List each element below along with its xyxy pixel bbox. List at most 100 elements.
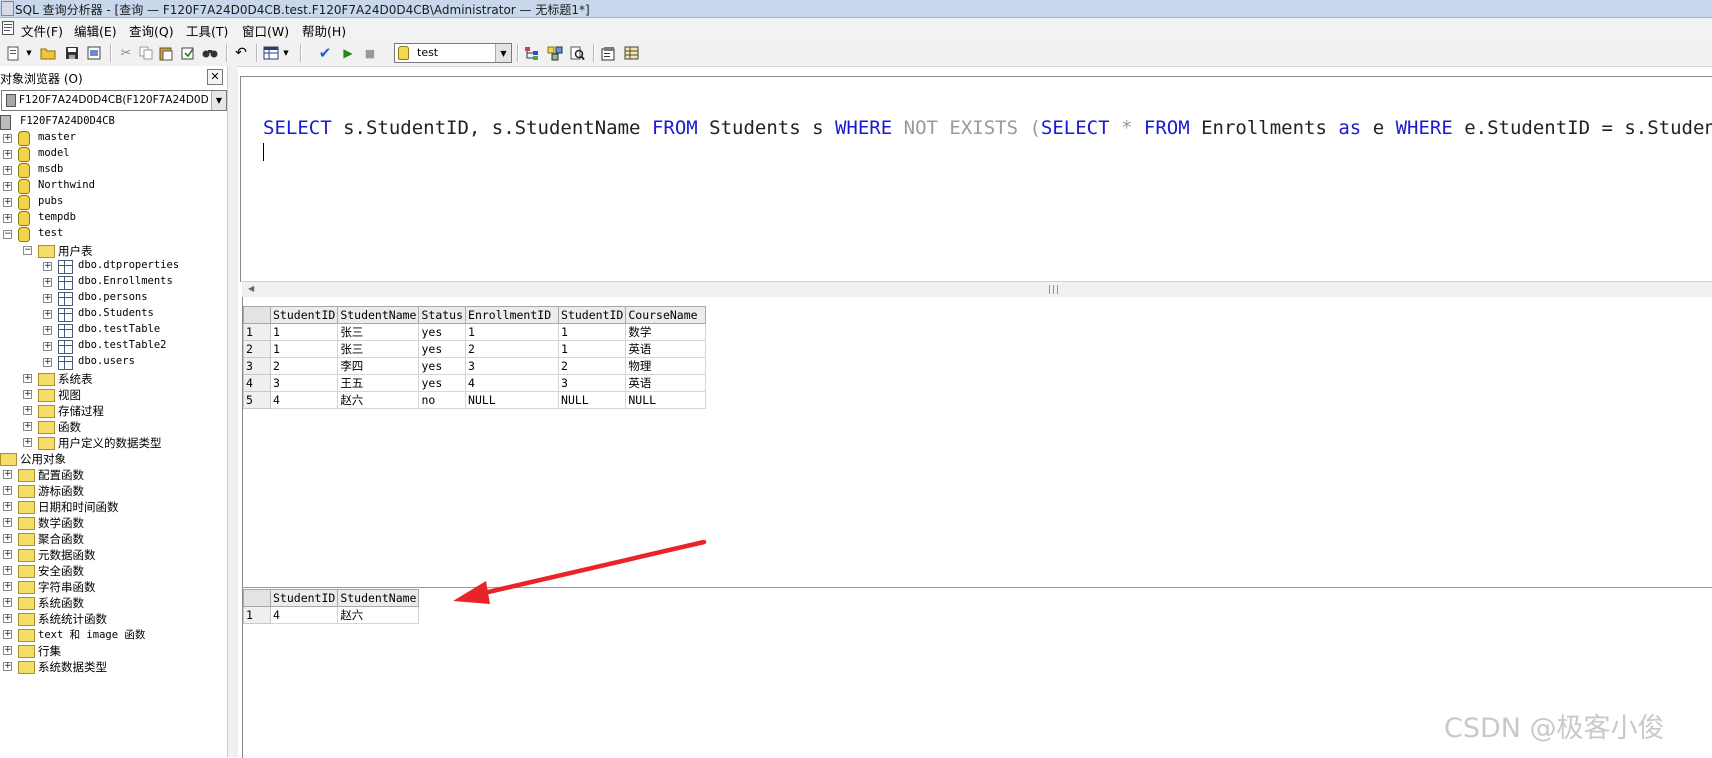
expand-icon[interactable]: + (43, 294, 52, 303)
parse-icon[interactable]: ✔ (317, 44, 333, 62)
expand-icon[interactable]: + (3, 518, 12, 527)
grid-cell[interactable]: 赵六 (337, 391, 420, 409)
grid-cell[interactable]: 1 (269, 340, 339, 358)
grid-cell[interactable]: 李四 (337, 357, 420, 375)
expand-icon[interactable]: + (3, 614, 12, 623)
expand-icon[interactable]: + (3, 566, 12, 575)
grid-cell[interactable]: 2 (269, 357, 339, 375)
grid-cell[interactable]: 英语 (625, 340, 707, 358)
execute-icon[interactable]: ▶ (340, 45, 356, 61)
expand-icon[interactable]: + (3, 470, 12, 479)
grid-cell[interactable]: yes (418, 357, 467, 375)
menu-query[interactable]: 查询(Q) (129, 21, 174, 40)
expand-icon[interactable]: + (3, 182, 12, 191)
expand-icon[interactable]: + (3, 150, 12, 159)
row-number[interactable]: 4 (243, 374, 271, 392)
cut-icon[interactable]: ✂ (118, 45, 134, 61)
grid-cell[interactable]: 物理 (625, 357, 707, 375)
menu-tools[interactable]: 工具(T) (186, 21, 228, 40)
expand-icon[interactable]: + (3, 534, 12, 543)
grid-cell[interactable]: 4 (269, 391, 339, 409)
table-row[interactable]: 1 1 张三 yes 1 1 数学 (243, 323, 707, 341)
grid-cell[interactable]: 2 (558, 357, 627, 375)
object-browser-scrollbar[interactable] (227, 66, 238, 757)
expand-icon[interactable]: + (3, 486, 12, 495)
chevron-down-icon[interactable]: ▼ (24, 45, 34, 61)
chevron-down-icon[interactable]: ▼ (495, 44, 511, 62)
grid-cell[interactable]: 3 (465, 357, 560, 375)
grid-cell[interactable]: 1 (558, 323, 627, 341)
close-icon[interactable]: ✕ (207, 69, 223, 85)
row-number[interactable]: 2 (243, 340, 271, 358)
column-header[interactable]: StudentID (558, 306, 627, 324)
table-row[interactable]: 5 4 赵六 no NULL NULL NULL (243, 391, 707, 409)
grid-icon[interactable] (623, 45, 639, 61)
grid-cell[interactable]: 数学 (625, 323, 707, 341)
grid-cell[interactable]: 1 (558, 340, 627, 358)
load-icon[interactable] (86, 45, 102, 61)
grid-cell[interactable]: 王五 (337, 374, 420, 392)
object-search-icon[interactable] (547, 45, 563, 61)
expand-icon[interactable]: + (43, 342, 52, 351)
database-select[interactable]: test ▼ (394, 43, 512, 63)
grid-cell[interactable]: 张三 (337, 323, 420, 341)
cancel-icon[interactable]: ■ (362, 45, 378, 61)
collapse-icon[interactable]: − (3, 230, 12, 239)
results-mode-icon[interactable] (263, 45, 279, 61)
column-header[interactable]: StudentName (337, 589, 420, 607)
expand-icon[interactable]: + (23, 422, 32, 431)
table-row[interactable]: 3 2 李四 yes 3 2 物理 (243, 357, 707, 375)
grid-cell[interactable]: yes (418, 323, 467, 341)
column-header[interactable]: StudentID (269, 306, 339, 324)
server-select[interactable]: F120F7A24D0D4CB(F120F7A24D0D4CB\ ▼ (1, 90, 227, 111)
expand-icon[interactable]: + (3, 646, 12, 655)
expand-icon[interactable]: + (43, 326, 52, 335)
expand-icon[interactable]: + (3, 198, 12, 207)
table-row[interactable]: 4 3 王五 yes 4 3 英语 (243, 374, 707, 392)
new-query-icon[interactable] (6, 45, 22, 61)
chevron-down-icon[interactable]: ▼ (211, 91, 226, 110)
expand-icon[interactable]: + (3, 214, 12, 223)
grid-cell[interactable]: 3 (269, 374, 339, 392)
expand-icon[interactable]: + (43, 310, 52, 319)
grid-corner[interactable] (243, 589, 271, 607)
grid-corner[interactable] (243, 306, 271, 324)
save-icon[interactable] (64, 45, 80, 61)
menu-file[interactable]: 文件(F) (21, 21, 63, 40)
column-header[interactable]: StudentName (337, 306, 420, 324)
clear-icon[interactable] (180, 45, 196, 61)
expand-icon[interactable]: + (43, 358, 52, 367)
grid-cell[interactable]: yes (418, 340, 467, 358)
column-header[interactable]: StudentID (269, 589, 339, 607)
table-row[interactable]: 2 1 张三 yes 2 1 英语 (243, 340, 707, 358)
column-header[interactable]: CourseName (625, 306, 707, 324)
collapse-icon[interactable]: − (23, 246, 32, 255)
grid-cell[interactable]: 4 (269, 606, 339, 624)
paste-icon[interactable] (158, 45, 174, 61)
show-plan-icon[interactable] (569, 45, 585, 61)
grid-cell[interactable]: 1 (465, 323, 560, 341)
scroll-left-icon[interactable]: ◀ (248, 284, 254, 293)
column-header[interactable]: EnrollmentID (465, 306, 560, 324)
expand-icon[interactable]: + (3, 598, 12, 607)
editor-horizontal-scrollbar[interactable]: ◀ ||| (242, 281, 1712, 298)
grid-cell[interactable]: NULL (558, 391, 627, 409)
expand-icon[interactable]: + (3, 550, 12, 559)
sql-editor[interactable]: SELECT s.StudentID, s.StudentName FROM S… (240, 76, 1712, 282)
row-number[interactable]: 1 (243, 323, 271, 341)
chevron-down-icon[interactable]: ▼ (281, 45, 291, 61)
expand-icon[interactable]: + (3, 662, 12, 671)
expand-icon[interactable]: + (3, 502, 12, 511)
expand-icon[interactable]: + (23, 438, 32, 447)
expand-icon[interactable]: + (3, 166, 12, 175)
grid-cell[interactable]: yes (418, 374, 467, 392)
grid-cell[interactable]: 张三 (337, 340, 420, 358)
grid-cell[interactable]: 赵六 (337, 606, 420, 624)
column-header[interactable]: Status (418, 306, 467, 324)
menu-help[interactable]: 帮助(H) (302, 21, 346, 40)
open-icon[interactable] (40, 45, 56, 61)
grid-cell[interactable]: 英语 (625, 374, 707, 392)
grid-cell[interactable]: NULL (625, 391, 707, 409)
copy-icon[interactable] (138, 45, 154, 61)
expand-icon[interactable]: + (23, 374, 32, 383)
